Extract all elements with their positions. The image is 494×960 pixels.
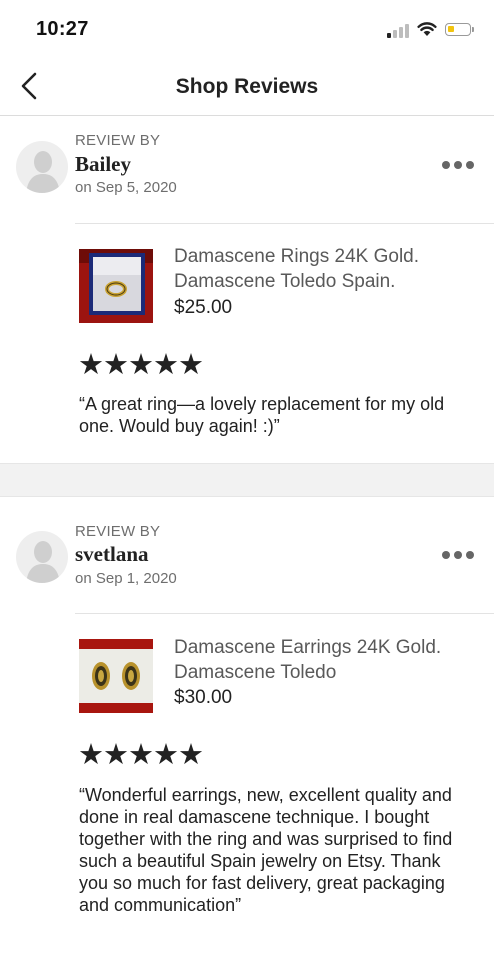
user-silhouette-icon bbox=[26, 151, 60, 193]
battery-low-icon bbox=[445, 23, 474, 36]
product-price: $25.00 bbox=[174, 297, 233, 318]
battery-level bbox=[448, 26, 454, 32]
cellular-signal-icon bbox=[387, 24, 411, 38]
status-bar: 10:27 bbox=[0, 0, 494, 58]
user-silhouette-icon bbox=[26, 541, 60, 583]
avatar[interactable] bbox=[16, 141, 68, 193]
star-rating: ★★★★★ bbox=[78, 739, 204, 771]
earrings-image bbox=[79, 639, 153, 713]
review-card: REVIEW BY svetlana on Sep 1, 2020 Damasc… bbox=[0, 497, 494, 960]
product-title[interactable]: Damascene Rings 24K Gold. Damascene Tole… bbox=[174, 244, 474, 294]
more-options-button[interactable] bbox=[440, 155, 476, 175]
reviewer-name[interactable]: Bailey bbox=[75, 152, 131, 177]
page-title: Shop Reviews bbox=[175, 75, 319, 98]
ring-box-image bbox=[79, 249, 153, 323]
review-text: “A great ring—a lovely replacement for m… bbox=[79, 394, 445, 436]
review-date: on Sep 5, 2020 bbox=[75, 179, 177, 196]
section-separator bbox=[0, 463, 494, 497]
wifi-icon bbox=[417, 22, 437, 36]
status-time: 10:27 bbox=[36, 18, 89, 40]
nav-bar: Shop Reviews bbox=[0, 58, 494, 116]
review-card: REVIEW BY Bailey on Sep 5, 2020 Damascen… bbox=[0, 117, 494, 463]
review-by-label: REVIEW BY bbox=[75, 523, 161, 540]
reviewer-name[interactable]: svetlana bbox=[75, 542, 149, 567]
divider bbox=[75, 223, 494, 224]
more-options-button[interactable] bbox=[440, 545, 476, 565]
product-thumbnail[interactable] bbox=[79, 249, 153, 323]
product-title[interactable]: Damascene Earrings 24K Gold. Damascene T… bbox=[174, 635, 474, 685]
review-text: “Wonderful earrings, new, excellent qual… bbox=[79, 785, 453, 915]
avatar[interactable] bbox=[16, 531, 68, 583]
product-thumbnail[interactable] bbox=[79, 639, 153, 713]
star-rating: ★★★★★ bbox=[78, 349, 204, 381]
product-price: $30.00 bbox=[174, 687, 233, 708]
review-date: on Sep 1, 2020 bbox=[75, 570, 177, 587]
divider bbox=[75, 613, 494, 614]
review-by-label: REVIEW BY bbox=[75, 132, 161, 149]
